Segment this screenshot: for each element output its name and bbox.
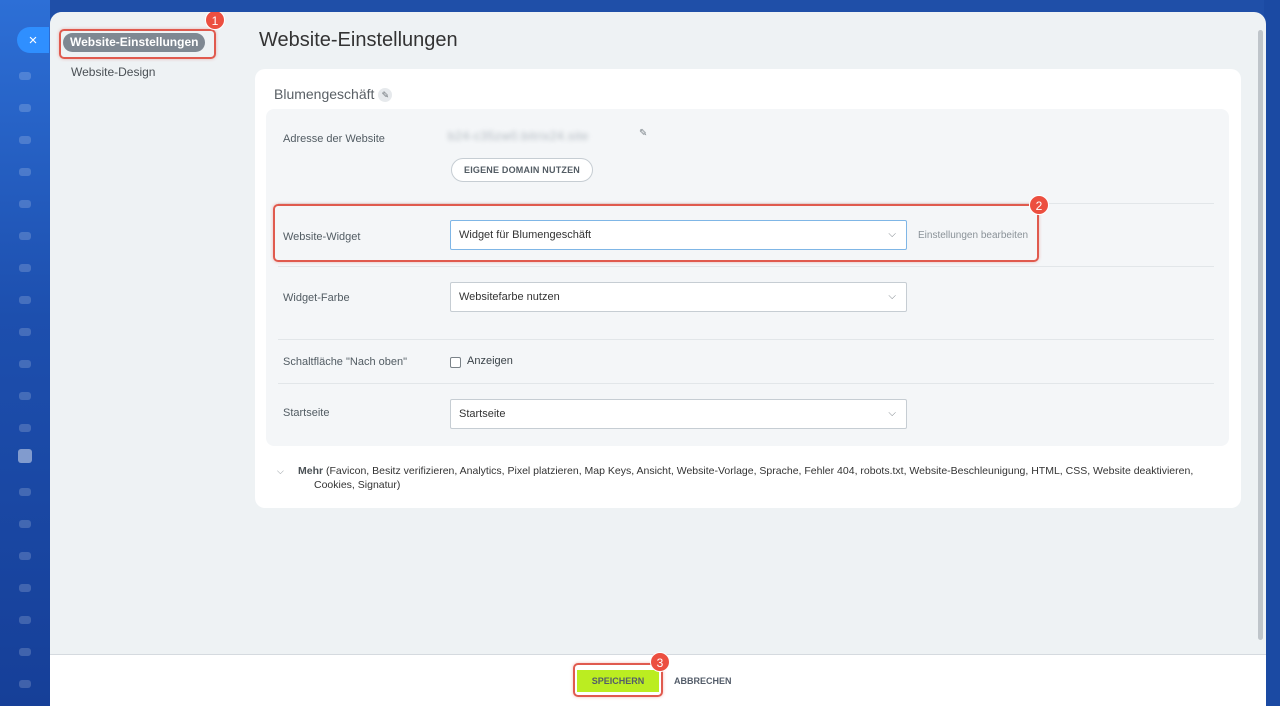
edit-pencil-icon[interactable]: ✎ [378,88,393,102]
website-address-value: b24-c35zw0.bitrix24.site [448,129,589,143]
start-page-label: Startseite [283,407,330,419]
divider [278,339,1214,340]
divider [278,383,1214,384]
rail-icon [19,296,31,304]
address-label: Adresse der Website [283,133,385,145]
rail-icon [19,392,31,400]
highlight-box [59,29,216,59]
rail-icon [19,616,31,624]
rail-icon [19,552,31,560]
settings-card: Blumengeschäft ✎ Adresse der Website b24-… [255,69,1241,508]
rail-icon-active [18,449,32,463]
divider [278,266,1214,267]
site-name: Blumengeschäft [274,86,375,102]
background-app-rail [0,0,50,706]
rail-icon [19,520,31,528]
settings-slider: Website-Einstellungen Website-Design Web… [50,12,1266,706]
scroll-top-checkbox[interactable] [450,357,461,368]
settings-form: Adresse der Website b24-c35zw0.bitrix24.… [266,109,1229,446]
rail-icon [19,648,31,656]
rail-icon [19,424,31,432]
background-right-edge [1264,0,1280,706]
rail-icon [19,264,31,272]
highlight-box [273,204,1039,262]
chevron-down-icon: ⌵ [277,466,284,476]
scroll-top-label: Schaltfläche "Nach oben" [283,356,407,368]
rail-icon [19,232,31,240]
rail-icon [19,360,31,368]
page-title: Website-Einstellungen [259,29,458,51]
more-settings-text: Mehr (Favicon, Besitz verifizieren, Anal… [298,464,1217,492]
more-description: (Favicon, Besitz verifizieren, Analytics… [314,465,1194,491]
rail-icon [19,200,31,208]
rail-icon [19,680,31,688]
close-icon: × [28,31,38,49]
start-page-select-value: Startseite [459,408,506,420]
highlight-box [573,663,663,697]
cancel-button[interactable]: ABBRECHEN [674,670,732,692]
chevron-down-icon: ⌵ [888,408,896,419]
annotation-badge: 3 [650,652,670,672]
more-title: Mehr [298,465,324,477]
widget-color-select[interactable]: Websitefarbe nutzen ⌵ [450,282,907,312]
scrollbar[interactable] [1258,30,1263,640]
menu-item-website-design[interactable]: Website-Design [71,65,155,79]
chevron-down-icon: ⌵ [888,291,896,302]
widget-color-label: Widget-Farbe [283,292,350,304]
start-page-select[interactable]: Startseite ⌵ [450,399,907,429]
site-name-heading: Blumengeschäft ✎ [274,86,393,102]
settings-side-menu: Website-Einstellungen Website-Design [50,12,250,706]
use-own-domain-button[interactable]: EIGENE DOMAIN NUTZEN [451,158,594,182]
edit-address-pencil-icon[interactable]: ✎ [639,128,647,139]
more-settings-toggle[interactable]: ⌵ Mehr (Favicon, Besitz verifizieren, An… [277,464,1217,492]
rail-icon [19,136,31,144]
rail-icon [19,488,31,496]
rail-icon [19,584,31,592]
annotation-badge: 2 [1029,195,1049,215]
close-slider-button[interactable]: × [17,27,49,53]
scroll-top-checkbox-label[interactable]: Anzeigen [467,355,513,367]
rail-icon [19,168,31,176]
rail-icon [19,104,31,112]
rail-icon [19,72,31,80]
rail-icon [19,328,31,336]
widget-color-select-value: Websitefarbe nutzen [459,291,560,303]
